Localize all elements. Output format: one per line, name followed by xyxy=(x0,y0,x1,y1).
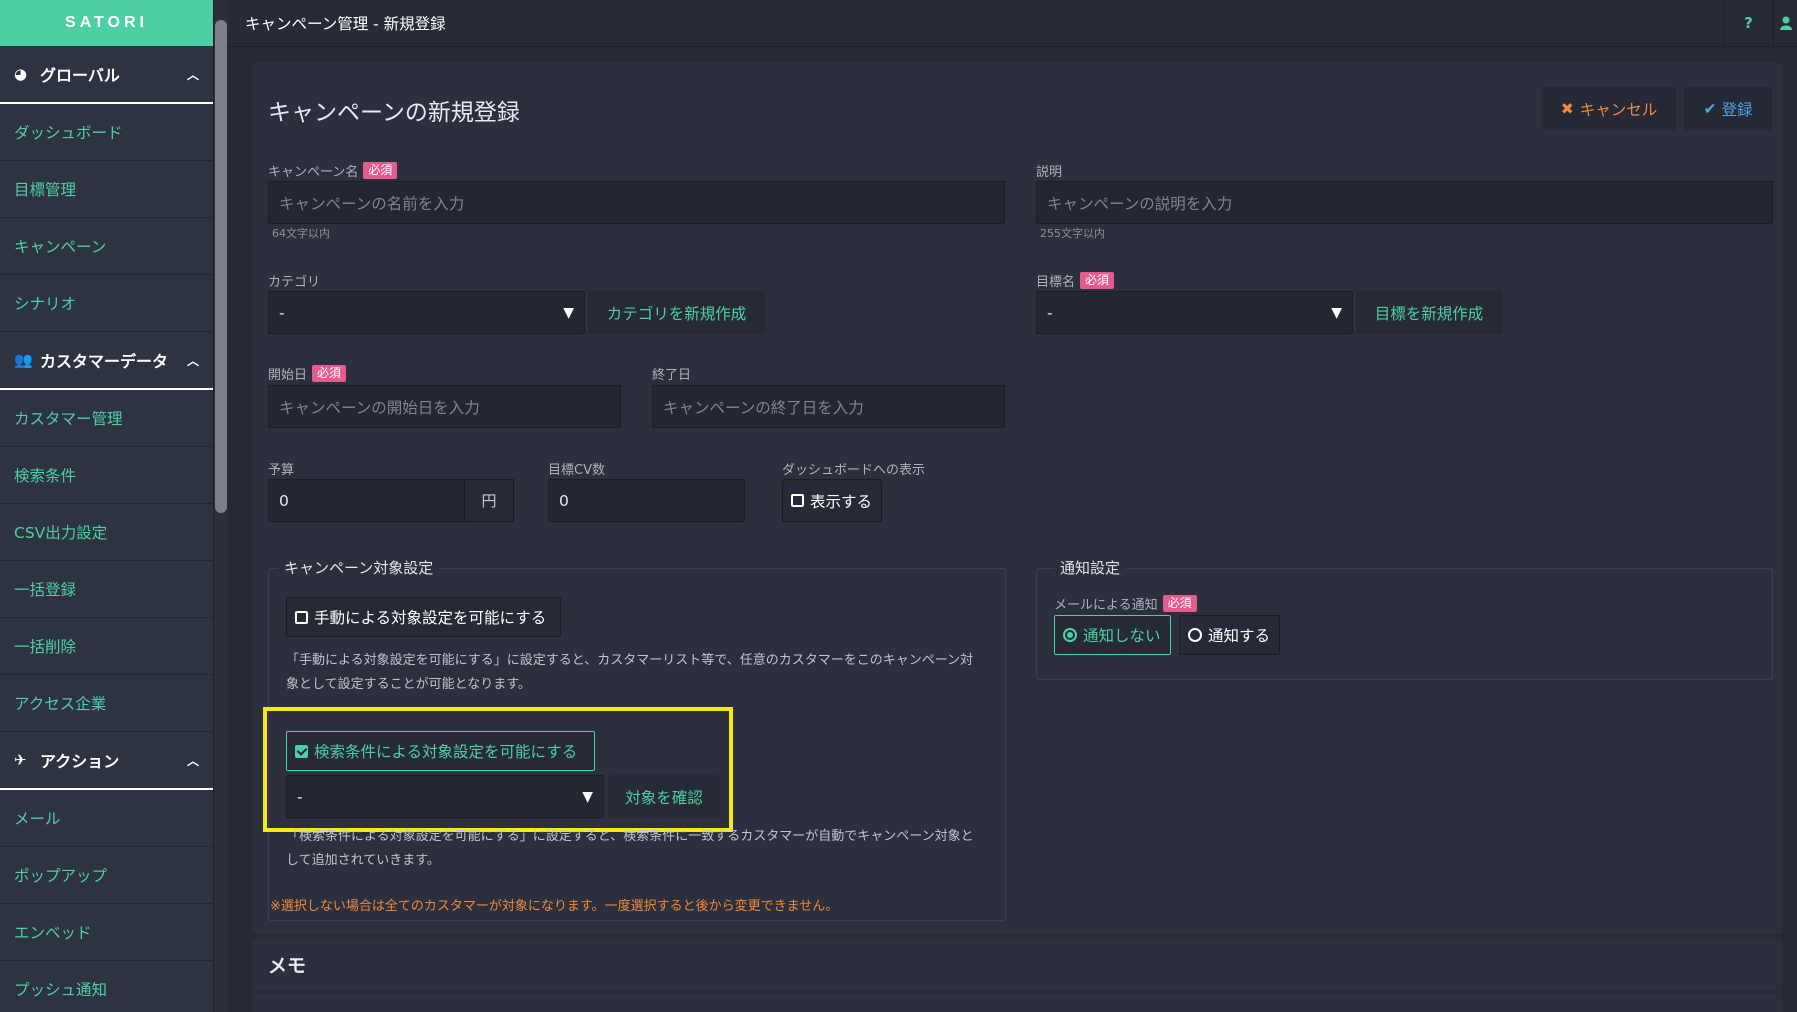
sidebar-item-scenario[interactable]: シナリオ xyxy=(0,275,213,332)
sidebar-item-csv-output[interactable]: CSV出力設定 xyxy=(0,504,213,561)
create-goal-button[interactable]: 目標を新規作成 xyxy=(1356,291,1502,334)
goal-select[interactable]: - ▼ xyxy=(1036,291,1353,334)
sidebar-item-embed[interactable]: エンベッド xyxy=(0,904,213,961)
budget-label: 予算 xyxy=(268,463,295,478)
sidebar-group-label: アクション xyxy=(40,752,120,771)
sidebar: SATORI ◕ グローバル ︿ ダッシュボード 目標管理 キャンペーン シナリ… xyxy=(0,0,214,1012)
campaign-name-input[interactable]: キャンペーンの名前を入力 xyxy=(268,181,1005,224)
description-input[interactable]: キャンペーンの説明を入力 xyxy=(1036,181,1773,224)
end-date-input[interactable]: キャンペーンの終了日を入力 xyxy=(652,385,1005,428)
email-notification-label: メールによる通知 必須 xyxy=(1054,594,1197,613)
close-icon: ✖ xyxy=(1560,99,1574,118)
check-icon: ✔ xyxy=(1703,99,1717,118)
cancel-button[interactable]: ✖ キャンセル xyxy=(1542,87,1676,130)
checkbox-icon xyxy=(791,494,804,507)
campaign-name-hint: 64文字以内 xyxy=(272,227,330,240)
sidebar-group-label: グローバル xyxy=(40,66,120,85)
radio-selected-icon xyxy=(1063,628,1077,642)
goal-label: 目標名 必須 xyxy=(1036,271,1115,290)
target-warning: ※選択しない場合は全てのカスタマーが対象になります。一度選択すると後から変更でき… xyxy=(270,899,839,914)
brand-logo[interactable]: SATORI xyxy=(0,0,213,46)
sidebar-group-global[interactable]: ◕ グローバル ︿ xyxy=(0,46,213,104)
checkbox-icon xyxy=(295,610,308,624)
sidebar-scrollbar-thumb[interactable] xyxy=(215,20,227,513)
create-category-button[interactable]: カテゴリを新規作成 xyxy=(588,291,765,334)
sidebar-item-bulk-register[interactable]: 一括登録 xyxy=(0,561,213,618)
category-select[interactable]: - ▼ xyxy=(268,291,585,334)
campaign-name-label: キャンペーン名 必須 xyxy=(268,161,398,180)
chevron-up-icon: ︿ xyxy=(186,67,199,82)
notify-on-radio[interactable]: 通知する xyxy=(1179,615,1280,655)
required-badge: 必須 xyxy=(363,162,398,179)
sidebar-item-customer-management[interactable]: カスタマー管理 xyxy=(0,390,213,447)
manual-target-checkbox[interactable]: 手動による対象設定を可能にする xyxy=(286,597,561,637)
dashboard-display-checkbox[interactable]: 表示する xyxy=(782,479,882,522)
target-cv-input[interactable]: 0 xyxy=(548,479,745,522)
sidebar-item-popup[interactable]: ポップアップ xyxy=(0,847,213,904)
page-title: キャンペーン管理 - 新規登録 xyxy=(245,15,446,33)
memo-title: メモ xyxy=(268,955,307,977)
user-icon[interactable] xyxy=(1773,0,1797,46)
form-title: キャンペーンの新規登録 xyxy=(268,100,520,126)
sidebar-item-search-conditions[interactable]: 検索条件 xyxy=(0,447,213,504)
sidebar-item-access-companies[interactable]: アクセス企業 xyxy=(0,675,213,732)
notify-off-radio[interactable]: 通知しない xyxy=(1054,615,1171,655)
description-label: 説明 xyxy=(1036,165,1063,180)
topbar: キャンペーン管理 - 新規登録 ? xyxy=(228,0,1797,47)
category-label: カテゴリ xyxy=(268,275,321,290)
save-button[interactable]: ✔ 登録 xyxy=(1684,87,1772,130)
description-hint: 255文字以内 xyxy=(1040,227,1105,240)
required-badge: 必須 xyxy=(1080,272,1115,289)
divider xyxy=(252,991,1782,993)
caret-down-icon: ▼ xyxy=(1331,304,1342,321)
notification-legend: 通知設定 xyxy=(1054,557,1127,578)
budget-input[interactable]: 0 xyxy=(268,479,466,522)
start-date-label: 開始日 必須 xyxy=(268,364,347,383)
sidebar-item-bulk-delete[interactable]: 一括削除 xyxy=(0,618,213,675)
budget-unit: 円 xyxy=(464,479,514,522)
campaign-form-panel: キャンペーンの新規登録 ✖ キャンセル ✔ 登録 キャンペーン名 必須 キャンペ… xyxy=(252,63,1782,938)
sidebar-item-dashboard[interactable]: ダッシュボード xyxy=(0,104,213,161)
caret-down-icon: ▼ xyxy=(563,304,574,321)
sidebar-group-label: カスタマーデータ xyxy=(40,352,169,371)
sidebar-item-goals[interactable]: 目標管理 xyxy=(0,161,213,218)
sidebar-item-push-notification[interactable]: プッシュ通知 xyxy=(0,961,213,1012)
search-condition-description: 「検索条件による対象設定を可能にする」に設定すると、検索条件に一致するカスタマー… xyxy=(286,829,974,868)
sidebar-item-campaign[interactable]: キャンペーン xyxy=(0,218,213,275)
chevron-up-icon: ︿ xyxy=(186,753,199,768)
highlight-box xyxy=(263,707,733,832)
memo-section: メモ xyxy=(252,939,1782,1012)
sidebar-item-mail[interactable]: メール xyxy=(0,790,213,847)
target-cv-label: 目標CV数 xyxy=(548,463,605,478)
sidebar-group-action[interactable]: ✈ アクション ︿ xyxy=(0,732,213,790)
chevron-up-icon: ︿ xyxy=(186,353,199,368)
dashboard-icon: ◕ xyxy=(14,65,28,83)
manual-target-description: 「手動による対象設定を可能にする」に設定すると、カスタマーリスト等で、任意のカス… xyxy=(286,653,974,692)
divider xyxy=(252,934,1782,937)
dashboard-display-label: ダッシュボードへの表示 xyxy=(782,463,926,478)
required-badge: 必須 xyxy=(1162,595,1197,612)
required-badge: 必須 xyxy=(312,365,347,382)
sidebar-group-customer-data[interactable]: 👥 カスタマーデータ ︿ xyxy=(0,332,213,390)
help-button[interactable]: ? xyxy=(1723,0,1773,46)
radio-icon xyxy=(1188,628,1202,642)
users-icon: 👥 xyxy=(14,351,33,369)
end-date-label: 終了日 xyxy=(652,368,692,383)
campaign-target-legend: キャンペーン対象設定 xyxy=(278,557,440,578)
rocket-icon: ✈ xyxy=(14,751,27,769)
start-date-input[interactable]: キャンペーンの開始日を入力 xyxy=(268,385,621,428)
